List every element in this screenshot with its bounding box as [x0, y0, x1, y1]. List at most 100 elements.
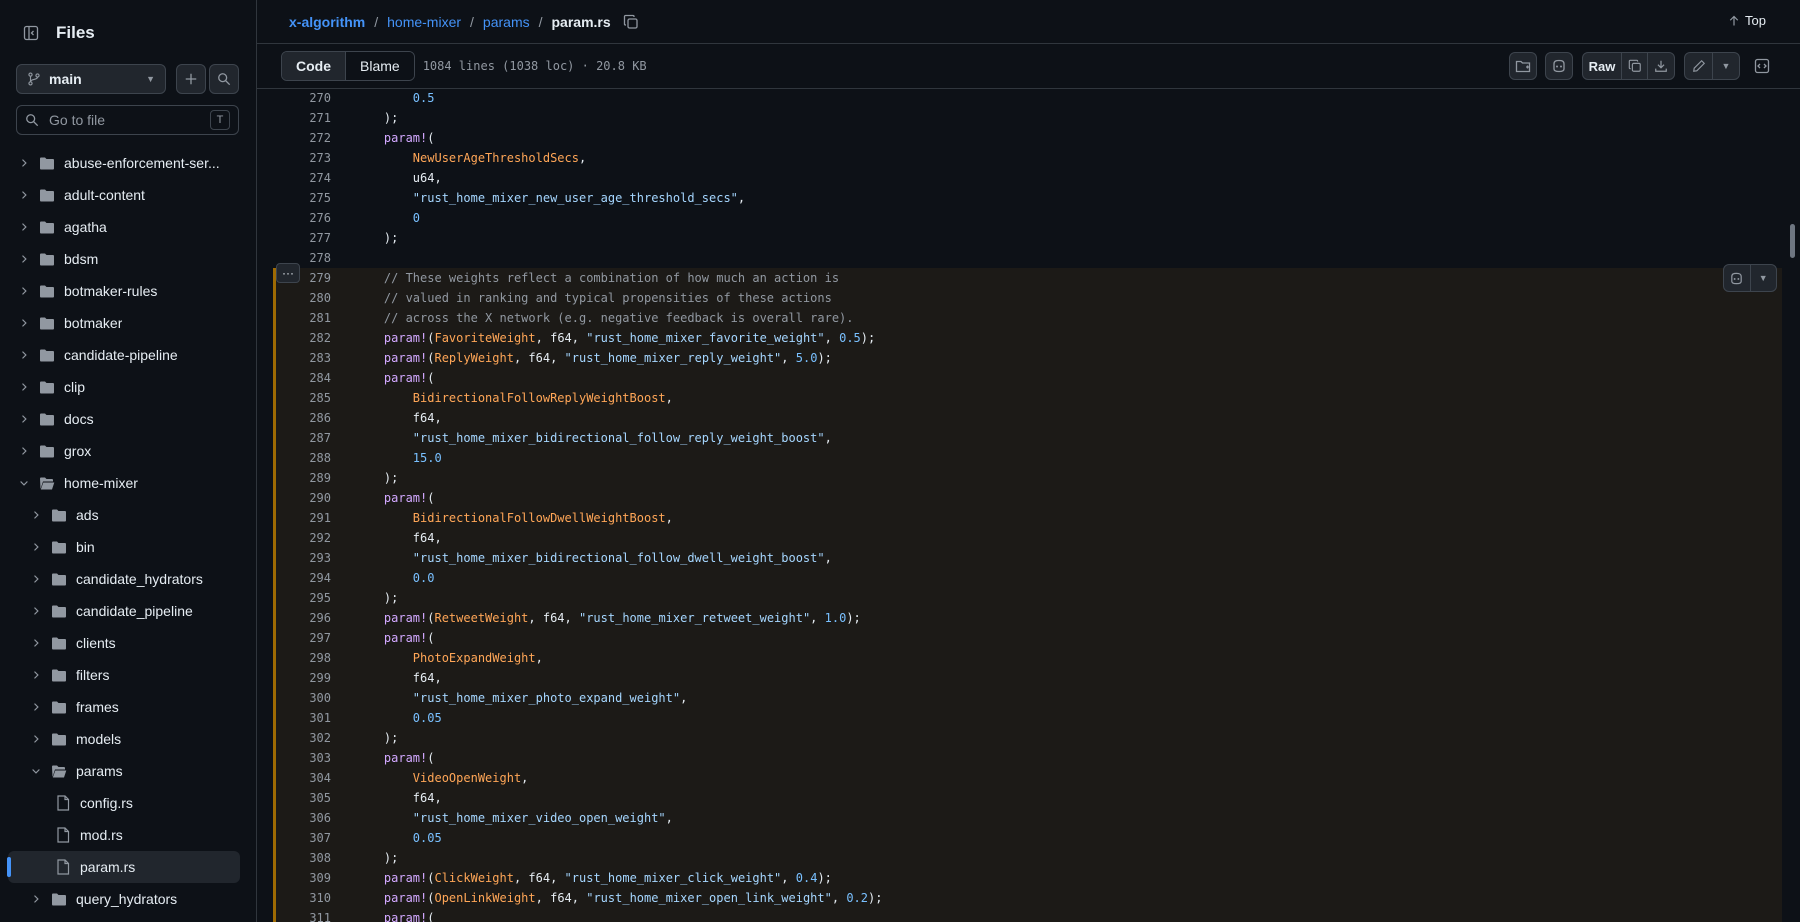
- edit-options-button[interactable]: ▼: [1712, 52, 1740, 80]
- chevron-right-icon[interactable]: [28, 701, 44, 713]
- branch-selector-button[interactable]: main ▼: [16, 64, 166, 94]
- chevron-right-icon[interactable]: [16, 349, 32, 361]
- chevron-down-icon[interactable]: [16, 477, 32, 489]
- line-number[interactable]: 293: [273, 548, 331, 568]
- chevron-right-icon[interactable]: [16, 253, 32, 265]
- line-number[interactable]: 270: [273, 88, 331, 108]
- symbols-panel-button[interactable]: [1748, 52, 1776, 80]
- copilot-ask-button[interactable]: [1724, 265, 1750, 291]
- line-number[interactable]: 306: [273, 808, 331, 828]
- tree-item-config-rs[interactable]: config.rs: [8, 787, 240, 819]
- chevron-right-icon[interactable]: [28, 637, 44, 649]
- line-number[interactable]: 310: [273, 888, 331, 908]
- tree-item-grox[interactable]: grox: [8, 435, 240, 467]
- line-number[interactable]: 294: [273, 568, 331, 588]
- open-directory-button[interactable]: [1509, 52, 1537, 80]
- line-number[interactable]: 289: [273, 468, 331, 488]
- collapse-sidebar-icon[interactable]: [16, 18, 46, 48]
- download-button[interactable]: [1647, 52, 1675, 80]
- tree-item-bdsm[interactable]: bdsm: [8, 243, 240, 275]
- code-scrollbar[interactable]: [1788, 88, 1798, 922]
- line-number[interactable]: 300: [273, 688, 331, 708]
- tree-item-params[interactable]: params: [8, 755, 240, 787]
- line-number[interactable]: 298: [273, 648, 331, 668]
- tree-item-param-rs[interactable]: param.rs: [7, 851, 240, 883]
- line-number[interactable]: 301: [273, 708, 331, 728]
- line-number[interactable]: 307: [273, 828, 331, 848]
- tree-item-mod-rs[interactable]: mod.rs: [8, 819, 240, 851]
- chevron-down-icon[interactable]: [28, 765, 44, 777]
- chevron-right-icon[interactable]: [28, 541, 44, 553]
- line-number[interactable]: 297: [273, 628, 331, 648]
- line-number[interactable]: 290: [273, 488, 331, 508]
- line-number[interactable]: 280: [273, 288, 331, 308]
- line-number[interactable]: 273: [273, 148, 331, 168]
- add-file-button[interactable]: [176, 64, 206, 94]
- line-number[interactable]: 288: [273, 448, 331, 468]
- chevron-right-icon[interactable]: [28, 669, 44, 681]
- line-number[interactable]: 302: [273, 728, 331, 748]
- line-number[interactable]: 308: [273, 848, 331, 868]
- chevron-right-icon[interactable]: [16, 157, 32, 169]
- go-to-file-input[interactable]: [47, 111, 210, 129]
- chevron-right-icon[interactable]: [28, 573, 44, 585]
- tree-item-clip[interactable]: clip: [8, 371, 240, 403]
- line-number[interactable]: 309: [273, 868, 331, 888]
- line-number[interactable]: 274: [273, 168, 331, 188]
- line-number[interactable]: 282: [273, 328, 331, 348]
- line-number[interactable]: 291: [273, 508, 331, 528]
- copilot-options-button[interactable]: ▼: [1749, 265, 1777, 291]
- line-number[interactable]: 271: [273, 108, 331, 128]
- tree-item-candidate-pipeline[interactable]: candidate_pipeline: [8, 595, 240, 627]
- line-number[interactable]: 305: [273, 788, 331, 808]
- copy-raw-button[interactable]: [1621, 52, 1648, 80]
- tree-item-docs[interactable]: docs: [8, 403, 240, 435]
- breadcrumb-repo-link[interactable]: x-algorithm: [289, 14, 365, 30]
- tree-item-clients[interactable]: clients: [8, 627, 240, 659]
- tree-item-home-mixer[interactable]: home-mixer: [8, 467, 240, 499]
- chevron-right-icon[interactable]: [16, 189, 32, 201]
- line-number[interactable]: 277: [273, 228, 331, 248]
- tree-item-candidate-pipeline[interactable]: candidate-pipeline: [8, 339, 240, 371]
- tree-item-frames[interactable]: frames: [8, 691, 240, 723]
- line-number[interactable]: 276: [273, 208, 331, 228]
- tree-item-adult-content[interactable]: adult-content: [8, 179, 240, 211]
- chevron-right-icon[interactable]: [28, 605, 44, 617]
- line-number[interactable]: 299: [273, 668, 331, 688]
- tree-item-botmaker-rules[interactable]: botmaker-rules: [8, 275, 240, 307]
- line-number[interactable]: 295: [273, 588, 331, 608]
- line-number[interactable]: 287: [273, 428, 331, 448]
- line-number[interactable]: 275: [273, 188, 331, 208]
- line-number[interactable]: 292: [273, 528, 331, 548]
- line-number[interactable]: 283: [273, 348, 331, 368]
- raw-button[interactable]: Raw: [1582, 52, 1622, 80]
- breadcrumb-home-mixer-link[interactable]: home-mixer: [387, 14, 461, 30]
- chevron-right-icon[interactable]: [28, 733, 44, 745]
- line-number[interactable]: 303: [273, 748, 331, 768]
- line-number[interactable]: 286: [273, 408, 331, 428]
- line-options-button[interactable]: ···: [276, 263, 300, 283]
- tree-item-filters[interactable]: filters: [8, 659, 240, 691]
- chevron-right-icon[interactable]: [28, 509, 44, 521]
- tree-item-query-hydrators[interactable]: query_hydrators: [8, 883, 240, 915]
- chevron-right-icon[interactable]: [16, 381, 32, 393]
- tree-item-abuse-enforcement-ser[interactable]: abuse-enforcement-ser...: [8, 147, 240, 179]
- line-number[interactable]: 304: [273, 768, 331, 788]
- tab-blame[interactable]: Blame: [346, 52, 414, 80]
- breadcrumb-params-link[interactable]: params: [483, 14, 530, 30]
- chevron-right-icon[interactable]: [16, 221, 32, 233]
- go-to-file-box[interactable]: T: [16, 105, 239, 135]
- search-files-button[interactable]: [209, 64, 239, 94]
- tab-code[interactable]: Code: [282, 52, 346, 80]
- copy-path-icon[interactable]: [623, 14, 639, 30]
- line-number[interactable]: 284: [273, 368, 331, 388]
- chevron-right-icon[interactable]: [28, 893, 44, 905]
- line-number[interactable]: 296: [273, 608, 331, 628]
- line-number[interactable]: 285: [273, 388, 331, 408]
- top-link[interactable]: Top: [1728, 13, 1766, 28]
- scrollbar-thumb[interactable]: [1790, 224, 1795, 258]
- line-number[interactable]: 272: [273, 128, 331, 148]
- chevron-right-icon[interactable]: [16, 445, 32, 457]
- tree-item-agatha[interactable]: agatha: [8, 211, 240, 243]
- edit-button[interactable]: [1684, 52, 1713, 80]
